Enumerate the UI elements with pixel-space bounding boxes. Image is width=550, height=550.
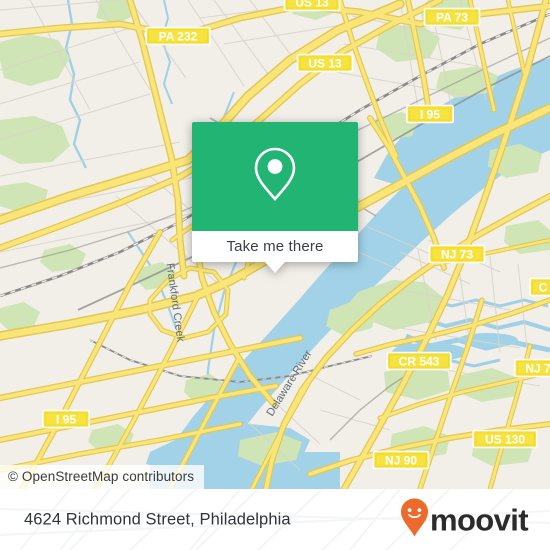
- road-shield: NJ 7: [514, 358, 550, 378]
- popup-tail-pointer: [265, 262, 285, 273]
- road-shield-label: PA 73: [436, 10, 468, 24]
- road-shield-label: NJ 73: [441, 247, 473, 261]
- footer-bar: 4624 Richmond Street, Philadelphia moovi…: [0, 489, 550, 550]
- moovit-logo[interactable]: moovit: [400, 498, 529, 541]
- road-shield: NJ 90: [372, 450, 430, 470]
- road-shield-label: US 130: [485, 432, 525, 446]
- road-shield-label: US 13: [295, 0, 329, 9]
- road-shield-label: NJ 90: [385, 453, 417, 467]
- road-shield-label: I 95: [420, 107, 440, 121]
- popup-cta-panel[interactable]: Take me there: [192, 231, 358, 273]
- road-shield: CR 543: [386, 351, 452, 371]
- map-screenshot: Delaware River Frankford Creek PA 232 US …: [0, 0, 550, 550]
- take-me-there-label: Take me there: [226, 238, 324, 255]
- location-popup-card[interactable]: Take me there: [192, 122, 358, 273]
- road-shield: US 13: [283, 0, 341, 12]
- road-shield: C: [529, 277, 550, 297]
- road-shield: I 95: [41, 409, 91, 429]
- road-shield: I 95: [405, 104, 454, 124]
- road-shield-label: C: [539, 280, 548, 294]
- road-shield: PA 73: [423, 7, 481, 27]
- road-shield-label: CR 543: [399, 354, 440, 368]
- road-shield: US 130: [472, 429, 538, 449]
- road-shield: US 13: [296, 53, 354, 73]
- location-pin-icon: [252, 145, 298, 208]
- road-shield: PA 232: [145, 26, 211, 46]
- popup-pin-panel: [192, 122, 358, 231]
- moovit-smiley-pin-icon: [400, 498, 428, 541]
- road-shield-label: US 13: [308, 56, 342, 70]
- road-shield-label: I 95: [56, 412, 76, 426]
- osm-attribution[interactable]: © OpenStreetMap contributors: [0, 465, 205, 489]
- moovit-wordmark: moovit: [429, 502, 529, 537]
- road-shield: NJ 73: [428, 244, 486, 264]
- road-shield-label: PA 232: [159, 29, 198, 43]
- road-shield-label: NJ 7: [525, 361, 550, 375]
- address-text: 4624 Richmond Street, Philadelphia: [24, 510, 291, 528]
